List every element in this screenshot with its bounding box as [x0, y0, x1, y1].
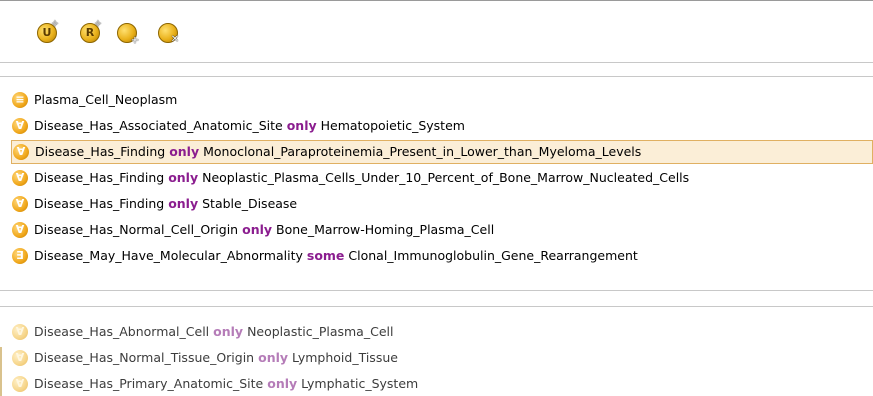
list-item[interactable]: ∀ Disease_Has_Primary_Anatomic_Site only…	[12, 372, 418, 396]
property-name: Disease_Has_Finding	[34, 196, 165, 211]
filler-class: Neoplastic_Plasma_Cells_Under_10_Percent…	[202, 170, 690, 185]
inherited-marker	[0, 347, 2, 396]
add-restriction-button[interactable]: R ✧	[80, 19, 103, 43]
close-icon: ✕	[170, 34, 180, 45]
property-name: Disease_Has_Normal_Tissue_Origin	[34, 350, 255, 365]
quantifier-keyword: only	[242, 222, 273, 237]
restriction-icon: ∀	[12, 170, 28, 186]
list-item[interactable]: ∀ Disease_Has_Finding only Stable_Diseas…	[12, 192, 297, 216]
class-name: Plasma_Cell_Neoplasm	[34, 92, 178, 107]
quantifier-keyword: only	[213, 324, 244, 339]
list-item[interactable]: ∀ Disease_Has_Finding only Neoplastic_Pl…	[12, 166, 689, 190]
section-divider	[0, 306, 873, 307]
section-divider	[0, 76, 873, 77]
plus-icon: +	[130, 35, 140, 46]
filler-class: Neoplastic_Plasma_Cell	[247, 324, 394, 339]
sparkle-icon: ✧	[93, 19, 103, 30]
property-name: Disease_Has_Normal_Cell_Origin	[34, 222, 239, 237]
property-name: Disease_May_Have_Molecular_Abnormality	[34, 248, 303, 263]
quantifier-keyword: only	[286, 118, 317, 133]
list-item[interactable]: ∀ Disease_Has_Associated_Anatomic_Site o…	[12, 114, 465, 138]
list-item-selected[interactable]: ∀ Disease_Has_Finding only Monoclonal_Pa…	[11, 140, 873, 164]
list-item[interactable]: ∀ Disease_Has_Normal_Cell_Origin only Bo…	[12, 218, 494, 242]
restriction-icon: ∀	[13, 144, 29, 160]
toolbar-divider	[0, 62, 873, 63]
restriction-icon: ∀	[12, 222, 28, 238]
quantifier-keyword: only	[258, 350, 289, 365]
section-divider	[0, 290, 873, 291]
filler-class: Clonal_Immunoglobulin_Gene_Rearrangement	[348, 248, 638, 263]
filler-class: Lymphoid_Tissue	[292, 350, 398, 365]
property-name: Disease_Has_Finding	[34, 170, 165, 185]
remove-class-button[interactable]: ✕	[158, 23, 180, 45]
add-union-button[interactable]: U ✧	[37, 19, 60, 43]
inherited-restriction-icon: ∀	[12, 324, 28, 340]
quantifier-keyword: only	[168, 196, 199, 211]
list-item[interactable]: ∀ Disease_Has_Abnormal_Cell only Neoplas…	[12, 320, 393, 344]
property-name: Disease_Has_Finding	[35, 144, 166, 159]
property-name: Disease_Has_Abnormal_Cell	[34, 324, 210, 339]
filler-class: Lymphatic_System	[301, 376, 419, 391]
inherited-restriction-icon: ∀	[12, 350, 28, 366]
restriction-icon: ∀	[12, 196, 28, 212]
toolbar: U ✧ R ✧ + ✕	[0, 1, 873, 56]
list-item[interactable]: ∃ Disease_May_Have_Molecular_Abnormality…	[12, 244, 638, 268]
list-item[interactable]: ∀ Disease_Has_Normal_Tissue_Origin only …	[12, 346, 398, 370]
quantifier-keyword: only	[169, 144, 200, 159]
filler-class: Monoclonal_Paraproteinemia_Present_in_Lo…	[203, 144, 642, 159]
add-class-button[interactable]: +	[117, 23, 140, 46]
equivalent-class-icon: ≡	[12, 92, 28, 108]
filler-class: Stable_Disease	[202, 196, 298, 211]
sparkle-icon: ✧	[50, 19, 60, 30]
restriction-icon: ∀	[12, 118, 28, 134]
quantifier-keyword: only	[267, 376, 298, 391]
quantifier-keyword: only	[168, 170, 199, 185]
quantifier-keyword: some	[306, 248, 345, 263]
inherited-restriction-icon: ∀	[12, 376, 28, 392]
property-name: Disease_Has_Primary_Anatomic_Site	[34, 376, 264, 391]
filler-class: Hematopoietic_System	[320, 118, 465, 133]
property-name: Disease_Has_Associated_Anatomic_Site	[34, 118, 283, 133]
existential-restriction-icon: ∃	[12, 248, 28, 264]
filler-class: Bone_Marrow-Homing_Plasma_Cell	[276, 222, 495, 237]
list-item[interactable]: ≡ Plasma_Cell_Neoplasm	[12, 88, 177, 112]
